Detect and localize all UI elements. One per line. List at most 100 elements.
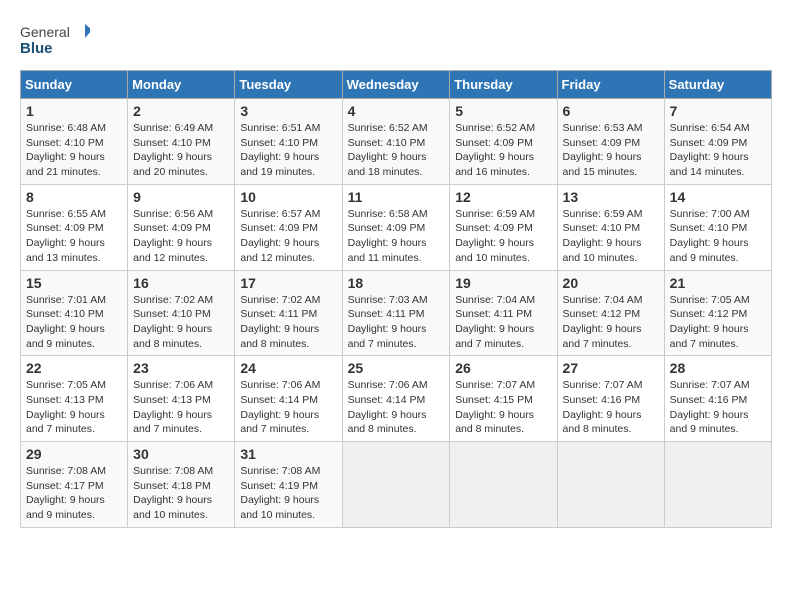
day-detail: Sunrise: 6:59 AMSunset: 4:10 PMDaylight:… xyxy=(563,207,659,266)
day-detail: Sunrise: 7:07 AMSunset: 4:15 PMDaylight:… xyxy=(455,378,551,437)
calendar-week-row: 15 Sunrise: 7:01 AMSunset: 4:10 PMDayligh… xyxy=(21,270,772,356)
day-detail: Sunrise: 7:08 AMSunset: 4:17 PMDaylight:… xyxy=(26,464,122,523)
calendar-cell xyxy=(557,442,664,528)
calendar-cell: 12Sunrise: 6:59 AMSunset: 4:09 PMDayligh… xyxy=(450,184,557,270)
day-number: 24 xyxy=(240,360,336,376)
calendar-week-row: 22Sunrise: 7:05 AMSunset: 4:13 PMDayligh… xyxy=(21,356,772,442)
day-detail: Sunrise: 6:58 AMSunset: 4:09 PMDaylight:… xyxy=(348,207,445,266)
weekday-header: Wednesday xyxy=(342,71,450,99)
calendar-cell: 20 Sunrise: 7:04 AMSunset: 4:12 PMDayligh… xyxy=(557,270,664,356)
calendar-cell: 2 Sunrise: 6:49 AMSunset: 4:10 PMDaylight… xyxy=(128,99,235,185)
day-number: 11 xyxy=(348,189,445,205)
calendar-cell xyxy=(664,442,771,528)
day-detail: Sunrise: 6:55 AMSunset: 4:09 PMDaylight:… xyxy=(26,207,122,266)
day-number: 21 xyxy=(670,275,766,291)
calendar-cell: 26 Sunrise: 7:07 AMSunset: 4:15 PMDayligh… xyxy=(450,356,557,442)
day-detail: Sunrise: 6:52 AMSunset: 4:10 PMDaylight:… xyxy=(348,121,445,180)
calendar-cell: 31 Sunrise: 7:08 AMSunset: 4:19 PMDayligh… xyxy=(235,442,342,528)
day-number: 10 xyxy=(240,189,336,205)
day-detail: Sunrise: 7:06 AMSunset: 4:14 PMDaylight:… xyxy=(348,378,445,437)
svg-text:Blue: Blue xyxy=(20,40,53,57)
calendar-cell: 14Sunrise: 7:00 AMSunset: 4:10 PMDayligh… xyxy=(664,184,771,270)
calendar-cell: 23 Sunrise: 7:06 AMSunset: 4:13 PMDayligh… xyxy=(128,356,235,442)
calendar-cell: 22Sunrise: 7:05 AMSunset: 4:13 PMDayligh… xyxy=(21,356,128,442)
day-number: 31 xyxy=(240,446,336,462)
day-detail: Sunrise: 7:04 AMSunset: 4:12 PMDaylight:… xyxy=(563,293,659,352)
page-header: General Blue xyxy=(20,20,772,60)
day-number: 13 xyxy=(563,189,659,205)
calendar-cell: 10 Sunrise: 6:57 AMSunset: 4:09 PMDayligh… xyxy=(235,184,342,270)
day-number: 20 xyxy=(563,275,659,291)
day-number: 9 xyxy=(133,189,229,205)
weekday-header: Friday xyxy=(557,71,664,99)
calendar-cell: 4Sunrise: 6:52 AMSunset: 4:10 PMDaylight… xyxy=(342,99,450,185)
day-detail: Sunrise: 6:49 AMSunset: 4:10 PMDaylight:… xyxy=(133,121,229,180)
calendar-cell: 21 Sunrise: 7:05 AMSunset: 4:12 PMDayligh… xyxy=(664,270,771,356)
day-number: 1 xyxy=(26,103,122,119)
day-number: 18 xyxy=(348,275,445,291)
day-number: 28 xyxy=(670,360,766,376)
weekday-header: Monday xyxy=(128,71,235,99)
day-number: 7 xyxy=(670,103,766,119)
day-number: 26 xyxy=(455,360,551,376)
day-detail: Sunrise: 7:01 AMSunset: 4:10 PMDaylight:… xyxy=(26,293,122,352)
weekday-header: Thursday xyxy=(450,71,557,99)
day-detail: Sunrise: 6:57 AMSunset: 4:09 PMDaylight:… xyxy=(240,207,336,266)
calendar-cell: 13 Sunrise: 6:59 AMSunset: 4:10 PMDayligh… xyxy=(557,184,664,270)
calendar-cell: 28Sunrise: 7:07 AMSunset: 4:16 PMDayligh… xyxy=(664,356,771,442)
day-number: 8 xyxy=(26,189,122,205)
day-number: 2 xyxy=(133,103,229,119)
day-detail: Sunrise: 7:04 AMSunset: 4:11 PMDaylight:… xyxy=(455,293,551,352)
calendar-cell: 9 Sunrise: 6:56 AMSunset: 4:09 PMDaylight… xyxy=(128,184,235,270)
calendar-week-row: 1 Sunrise: 6:48 AMSunset: 4:10 PMDaylight… xyxy=(21,99,772,185)
day-number: 15 xyxy=(26,275,122,291)
calendar-cell: 17Sunrise: 7:02 AMSunset: 4:11 PMDayligh… xyxy=(235,270,342,356)
day-detail: Sunrise: 6:53 AMSunset: 4:09 PMDaylight:… xyxy=(563,121,659,180)
calendar-cell: 5 Sunrise: 6:52 AMSunset: 4:09 PMDaylight… xyxy=(450,99,557,185)
day-number: 27 xyxy=(563,360,659,376)
calendar-cell: 15 Sunrise: 7:01 AMSunset: 4:10 PMDayligh… xyxy=(21,270,128,356)
day-detail: Sunrise: 7:05 AMSunset: 4:13 PMDaylight:… xyxy=(26,378,122,437)
day-number: 23 xyxy=(133,360,229,376)
day-number: 29 xyxy=(26,446,122,462)
day-detail: Sunrise: 7:08 AMSunset: 4:19 PMDaylight:… xyxy=(240,464,336,523)
day-detail: Sunrise: 6:52 AMSunset: 4:09 PMDaylight:… xyxy=(455,121,551,180)
day-detail: Sunrise: 6:56 AMSunset: 4:09 PMDaylight:… xyxy=(133,207,229,266)
day-detail: Sunrise: 7:08 AMSunset: 4:18 PMDaylight:… xyxy=(133,464,229,523)
day-detail: Sunrise: 6:54 AMSunset: 4:09 PMDaylight:… xyxy=(670,121,766,180)
day-detail: Sunrise: 7:06 AMSunset: 4:13 PMDaylight:… xyxy=(133,378,229,437)
day-number: 5 xyxy=(455,103,551,119)
calendar-cell: 24 Sunrise: 7:06 AMSunset: 4:14 PMDayligh… xyxy=(235,356,342,442)
day-detail: Sunrise: 6:48 AMSunset: 4:10 PMDaylight:… xyxy=(26,121,122,180)
calendar-week-row: 29 Sunrise: 7:08 AMSunset: 4:17 PMDayligh… xyxy=(21,442,772,528)
calendar-week-row: 8 Sunrise: 6:55 AMSunset: 4:09 PMDaylight… xyxy=(21,184,772,270)
day-detail: Sunrise: 7:03 AMSunset: 4:11 PMDaylight:… xyxy=(348,293,445,352)
logo-svg: General Blue xyxy=(20,20,90,60)
day-number: 6 xyxy=(563,103,659,119)
svg-text:General: General xyxy=(20,24,70,40)
day-number: 14 xyxy=(670,189,766,205)
logo: General Blue xyxy=(20,20,90,60)
weekday-header: Tuesday xyxy=(235,71,342,99)
day-number: 12 xyxy=(455,189,551,205)
day-number: 19 xyxy=(455,275,551,291)
day-detail: Sunrise: 7:02 AMSunset: 4:10 PMDaylight:… xyxy=(133,293,229,352)
weekday-header: Saturday xyxy=(664,71,771,99)
calendar-cell: 1 Sunrise: 6:48 AMSunset: 4:10 PMDaylight… xyxy=(21,99,128,185)
day-number: 16 xyxy=(133,275,229,291)
calendar-cell: 6 Sunrise: 6:53 AMSunset: 4:09 PMDaylight… xyxy=(557,99,664,185)
calendar-cell xyxy=(342,442,450,528)
day-number: 30 xyxy=(133,446,229,462)
calendar-cell: 27Sunrise: 7:07 AMSunset: 4:16 PMDayligh… xyxy=(557,356,664,442)
weekday-header: Sunday xyxy=(21,71,128,99)
day-detail: Sunrise: 6:51 AMSunset: 4:10 PMDaylight:… xyxy=(240,121,336,180)
calendar-cell: 18 Sunrise: 7:03 AMSunset: 4:11 PMDayligh… xyxy=(342,270,450,356)
day-detail: Sunrise: 7:05 AMSunset: 4:12 PMDaylight:… xyxy=(670,293,766,352)
day-number: 3 xyxy=(240,103,336,119)
day-number: 17 xyxy=(240,275,336,291)
calendar-cell: 3 Sunrise: 6:51 AMSunset: 4:10 PMDaylight… xyxy=(235,99,342,185)
calendar-cell: 7 Sunrise: 6:54 AMSunset: 4:09 PMDaylight… xyxy=(664,99,771,185)
calendar-cell xyxy=(450,442,557,528)
calendar-cell: 19 Sunrise: 7:04 AMSunset: 4:11 PMDayligh… xyxy=(450,270,557,356)
day-detail: Sunrise: 7:06 AMSunset: 4:14 PMDaylight:… xyxy=(240,378,336,437)
